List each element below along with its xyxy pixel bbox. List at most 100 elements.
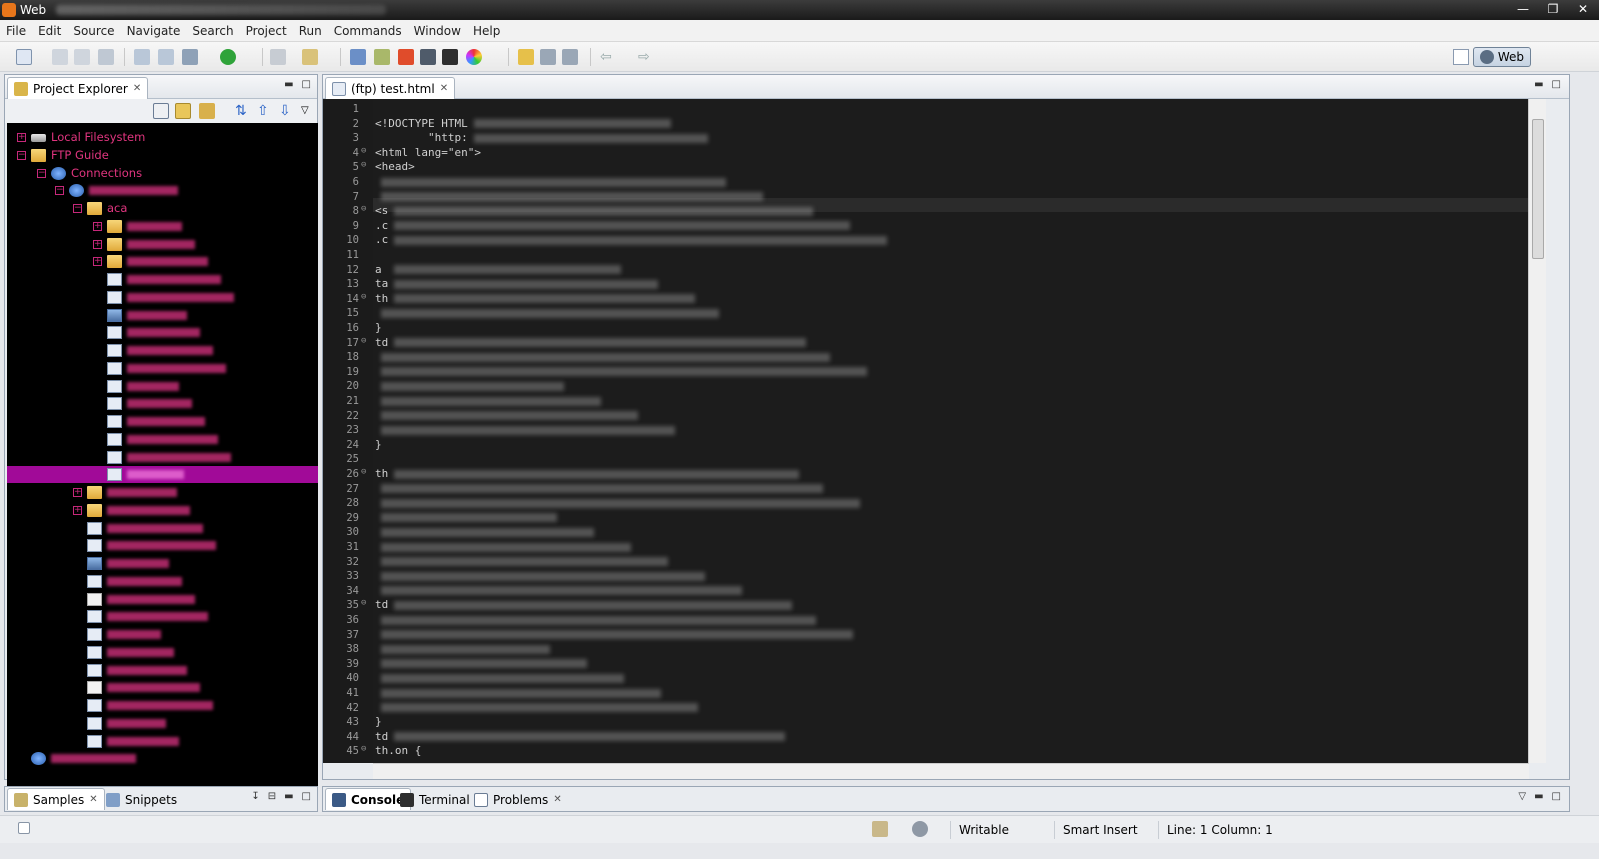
- back-arrow-icon[interactable]: ⇦: [600, 49, 616, 65]
- deploy-icon[interactable]: [270, 49, 286, 65]
- hierarchy-icon[interactable]: [374, 49, 390, 65]
- save-icon[interactable]: [52, 49, 68, 65]
- screen-icon[interactable]: [420, 49, 436, 65]
- tree-item[interactable]: [7, 342, 318, 359]
- view-menu-icon[interactable]: ▽: [1518, 791, 1526, 802]
- close-icon[interactable]: ✕: [133, 83, 141, 94]
- collapse-icon[interactable]: ⊟: [268, 791, 276, 802]
- menu-edit[interactable]: Edit: [38, 24, 61, 38]
- sync-icon[interactable]: ⇅: [235, 103, 251, 119]
- collapse-icon[interactable]: −: [37, 168, 46, 178]
- tree-item[interactable]: [7, 271, 318, 288]
- upload-icon[interactable]: ⇧: [257, 103, 273, 119]
- sync-status-icon[interactable]: [872, 821, 888, 837]
- expand-icon[interactable]: +: [17, 133, 26, 142]
- tree-item[interactable]: [7, 644, 318, 661]
- tree-item[interactable]: − aca: [7, 200, 318, 217]
- tree-item[interactable]: [7, 431, 318, 448]
- tree-item[interactable]: − Connections: [7, 165, 318, 182]
- fold-toggle-icon[interactable]: ⊖: [361, 204, 366, 214]
- tree-item[interactable]: [7, 324, 318, 341]
- run-icon[interactable]: [220, 49, 236, 65]
- fold-toggle-icon[interactable]: ⊖: [361, 292, 366, 302]
- tree-item[interactable]: [7, 608, 318, 625]
- tree-item[interactable]: [7, 360, 318, 377]
- tree-item[interactable]: +: [7, 484, 318, 501]
- tree-item[interactable]: [7, 626, 318, 643]
- maximize-view-icon[interactable]: □: [302, 791, 311, 802]
- tree-item[interactable]: [7, 662, 318, 679]
- close-icon[interactable]: ✕: [89, 794, 97, 805]
- horizontal-scrollbar[interactable]: [373, 763, 1529, 779]
- project-folder-icon[interactable]: [199, 103, 215, 119]
- run-config-icon[interactable]: [158, 49, 174, 65]
- tree-item[interactable]: −: [7, 182, 318, 199]
- minimize-button[interactable]: —: [1511, 0, 1535, 18]
- menu-project[interactable]: Project: [246, 24, 287, 38]
- menu-file[interactable]: File: [6, 24, 26, 38]
- minimize-view-icon[interactable]: ▬: [284, 79, 293, 90]
- expand-icon[interactable]: +: [93, 239, 102, 249]
- tree-item[interactable]: [7, 697, 318, 714]
- tree-item[interactable]: [7, 395, 318, 412]
- show-whitespace-icon[interactable]: [562, 49, 578, 65]
- fast-view-icon[interactable]: [18, 822, 30, 834]
- home-icon[interactable]: [398, 49, 414, 65]
- open-perspective-icon[interactable]: [1452, 49, 1469, 65]
- minimize-view-icon[interactable]: ▬: [1534, 79, 1543, 90]
- tree-item[interactable]: [7, 679, 318, 696]
- maximize-view-icon[interactable]: □: [302, 79, 311, 90]
- menu-run[interactable]: Run: [299, 24, 322, 38]
- minimize-view-icon[interactable]: ▬: [284, 791, 293, 802]
- vertical-scrollbar[interactable]: [1528, 99, 1546, 763]
- web-perspective-button[interactable]: Web: [1472, 47, 1531, 67]
- new-file-icon[interactable]: [16, 49, 32, 65]
- restore-button[interactable]: ❐: [1541, 0, 1565, 18]
- close-icon[interactable]: ✕: [553, 794, 561, 805]
- tree-item[interactable]: − FTP Guide: [7, 147, 318, 164]
- collapse-icon[interactable]: −: [55, 186, 64, 196]
- tree-item[interactable]: +: [7, 502, 318, 519]
- tree-item[interactable]: [7, 733, 318, 750]
- highlight-icon[interactable]: [518, 49, 534, 65]
- import-icon[interactable]: ↧: [251, 791, 259, 802]
- tree-item[interactable]: [7, 537, 318, 554]
- tree-item[interactable]: [7, 555, 318, 572]
- fold-toggle-icon[interactable]: ⊖: [361, 160, 366, 170]
- tree-item[interactable]: [7, 378, 318, 395]
- tree-item[interactable]: [7, 449, 318, 466]
- tab-test-html[interactable]: (ftp) test.html ✕: [325, 77, 456, 99]
- debug-icon[interactable]: [134, 49, 150, 65]
- code-area[interactable]: <!DOCTYPE HTML "http: <html lang="en"> <he…: [373, 99, 1529, 763]
- expand-icon[interactable]: +: [73, 505, 82, 515]
- tree-item[interactable]: [7, 591, 318, 608]
- tab-problems[interactable]: Problems ✕: [467, 788, 569, 810]
- tab-snippets[interactable]: Snippets: [99, 788, 184, 810]
- tree-item[interactable]: [7, 573, 318, 590]
- menu-commands[interactable]: Commands: [334, 24, 402, 38]
- tab-samples[interactable]: Samples ✕: [7, 788, 105, 810]
- fold-toggle-icon[interactable]: ⊖: [361, 146, 366, 156]
- tree-item[interactable]: +: [7, 236, 318, 253]
- tree-item[interactable]: [7, 715, 318, 732]
- menu-navigate[interactable]: Navigate: [127, 24, 181, 38]
- tree-item[interactable]: [7, 413, 318, 430]
- fold-toggle-icon[interactable]: ⊖: [361, 336, 366, 346]
- block-select-icon[interactable]: [540, 49, 556, 65]
- expand-icon[interactable]: +: [73, 488, 82, 497]
- scroll-thumb[interactable]: [1532, 119, 1544, 259]
- tree-item[interactable]: [7, 520, 318, 537]
- save-all-icon[interactable]: [74, 49, 90, 65]
- tree-item[interactable]: +: [7, 218, 318, 235]
- tab-terminal[interactable]: Terminal: [393, 788, 477, 810]
- close-button[interactable]: ✕: [1571, 0, 1595, 18]
- close-icon[interactable]: ✕: [440, 83, 448, 94]
- maximize-view-icon[interactable]: □: [1552, 79, 1561, 90]
- tree-item[interactable]: [7, 466, 318, 484]
- maximize-view-icon[interactable]: □: [1552, 791, 1561, 802]
- tree-item[interactable]: [7, 750, 318, 767]
- tree-item[interactable]: [7, 307, 318, 324]
- minimize-view-icon[interactable]: ▬: [1534, 791, 1543, 802]
- collapse-all-icon[interactable]: [153, 103, 169, 119]
- expand-icon[interactable]: +: [93, 257, 102, 267]
